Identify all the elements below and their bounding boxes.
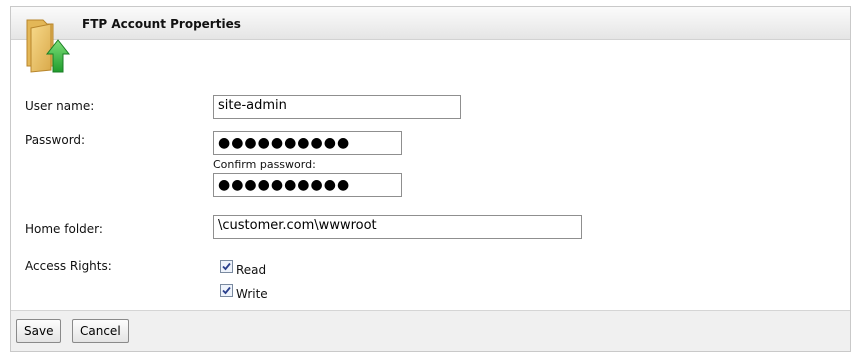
checkmark-icon [222, 286, 231, 295]
username-input[interactable]: site-admin [213, 95, 461, 119]
confirm-password-input[interactable]: ●●●●●●●●●● [213, 173, 402, 197]
folder-upload-icon [26, 19, 71, 73]
password-input[interactable]: ●●●●●●●●●● [213, 131, 402, 155]
confirm-password-label: Confirm password: [213, 158, 316, 171]
ftp-account-properties-panel: FTP Account Properties User name: site-a… [10, 6, 851, 352]
password-label: Password: [25, 133, 86, 147]
cancel-button[interactable]: Cancel [72, 319, 129, 343]
write-checkbox[interactable] [220, 284, 233, 297]
button-bar: Save Cancel [11, 310, 850, 351]
panel-header: FTP Account Properties [11, 7, 850, 40]
home-folder-input[interactable]: \customer.com\wwwroot [213, 215, 582, 239]
page-title: FTP Account Properties [82, 17, 241, 31]
save-button[interactable]: Save [16, 319, 62, 343]
home-folder-label: Home folder: [25, 222, 103, 236]
checkmark-icon [222, 262, 231, 271]
write-label: Write [236, 287, 268, 301]
access-rights-label: Access Rights: [25, 259, 112, 273]
username-label: User name: [25, 99, 95, 113]
read-label: Read [236, 263, 267, 277]
read-checkbox[interactable] [220, 260, 233, 273]
